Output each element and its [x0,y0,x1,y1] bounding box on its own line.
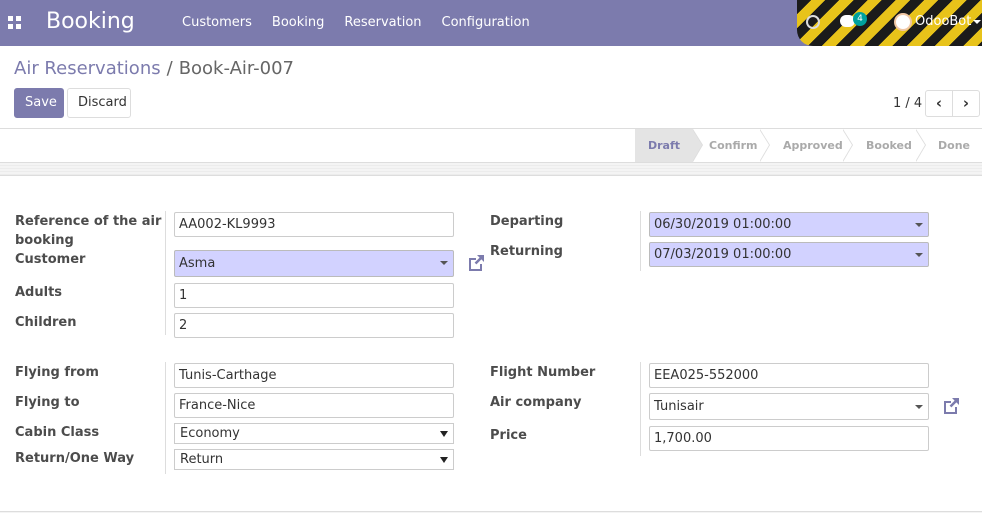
flying-to-label: Flying to [15,395,80,410]
main-menu: Customers Booking Reservation Configurat… [172,0,540,46]
group-divider [165,211,166,335]
apps-grid-icon[interactable] [8,16,21,29]
user-avatar[interactable] [894,13,912,31]
stage-separator [692,129,705,162]
breadcrumb-current: Book-Air-007 [178,58,294,79]
stage-approved[interactable]: Approved [783,129,843,162]
save-button[interactable]: Save [14,88,64,118]
departing-datetime[interactable]: 06/30/2019 01:00:00 [649,212,929,237]
menu-configuration[interactable]: Configuration [432,0,540,46]
flying-from-field[interactable]: Tunis-Carthage [174,363,454,388]
return-one-way-value: Return [180,452,224,467]
flight-number-label: Flight Number [490,365,596,380]
status-bar: Draft Confirm Approved Booked Done [0,128,982,163]
breadcrumb-parent[interactable]: Air Reservations [14,58,161,79]
departing-value: 06/30/2019 01:00:00 [654,217,792,232]
messages-badge: 4 [853,12,867,26]
stage-separator [915,129,928,162]
breadcrumb-separator: / [166,58,173,79]
discard-button[interactable]: Discard [67,88,131,118]
debug-icon[interactable] [806,15,820,29]
adults-label: Adults [15,285,63,300]
air-company-select[interactable]: Tunisair [649,393,929,420]
pager-next-button[interactable]: › [952,90,980,117]
chevron-down-icon[interactable] [440,261,448,265]
adults-field[interactable]: 1 [174,283,454,308]
returning-label: Returning [490,244,563,259]
top-navbar: Booking Customers Booking Reservation Co… [0,0,982,46]
customer-select[interactable]: Asma [174,250,454,277]
return-one-way-select[interactable]: Return [174,449,454,470]
menu-reservation[interactable]: Reservation [334,0,431,46]
dropdown-arrow-icon[interactable] [440,457,448,463]
stage-confirm[interactable]: Confirm [709,129,758,162]
stage-draft[interactable]: Draft [635,129,693,162]
reference-label-line2: booking [15,233,74,248]
group-divider [165,362,166,474]
external-link-icon[interactable] [941,396,961,416]
reference-field[interactable]: AA002-KL9993 [174,212,454,237]
pager-previous-button[interactable]: ‹ [925,90,953,117]
dropdown-arrow-icon[interactable] [440,431,448,437]
returning-datetime[interactable]: 07/03/2019 01:00:00 [649,242,929,267]
group-divider [640,362,641,456]
customer-label: Customer [15,252,86,267]
air-company-label: Air company [490,395,582,410]
reference-label-line1: Reference of the air [15,214,162,229]
chevron-down-icon[interactable] [915,405,923,409]
pager-value[interactable]: 1 / 4 [893,96,922,111]
app-brand[interactable]: Booking [46,9,135,34]
stage-separator [759,129,772,162]
returning-value: 07/03/2019 01:00:00 [654,247,792,262]
stage-separator [842,129,855,162]
flying-to-field[interactable]: France-Nice [174,393,454,418]
cabin-class-label: Cabin Class [15,425,100,440]
flight-number-field[interactable]: EEA025-552000 [649,363,929,388]
children-field[interactable]: 2 [174,313,454,338]
cabin-class-select[interactable]: Economy [174,423,454,444]
flying-from-label: Flying from [15,365,99,380]
breadcrumb: Air Reservations / Book-Air-007 [14,58,294,79]
price-label: Price [490,428,527,443]
external-link-icon[interactable] [466,253,486,273]
menu-booking[interactable]: Booking [262,0,334,46]
user-caret-icon[interactable] [973,20,981,24]
price-field[interactable]: 1,700.00 [649,426,929,451]
stage-done[interactable]: Done [938,129,970,162]
customer-value: Asma [179,256,216,271]
children-label: Children [15,315,77,330]
user-menu[interactable]: OdooBot [915,0,971,44]
chevron-down-icon[interactable] [915,253,923,257]
air-company-value: Tunisair [654,399,704,414]
stage-booked[interactable]: Booked [866,129,912,162]
group-divider [640,211,641,271]
return-one-way-label: Return/One Way [15,451,135,466]
departing-label: Departing [490,214,564,229]
chevron-down-icon[interactable] [915,223,923,227]
menu-customers[interactable]: Customers [172,0,262,46]
cabin-class-value: Economy [180,426,240,441]
